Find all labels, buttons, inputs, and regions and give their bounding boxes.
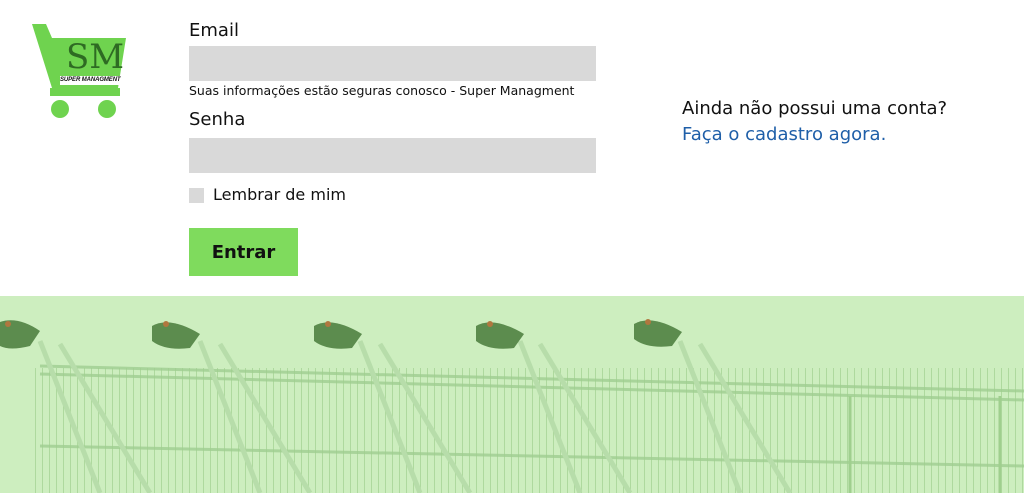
signup-prompt: Ainda não possui uma conta? Faça o cadas… [682,96,947,148]
signup-link[interactable]: Faça o cadastro agora. [682,122,947,148]
remember-me-row[interactable]: Lembrar de mim [189,185,346,205]
email-field[interactable] [189,46,596,81]
logo-brand-text: SUPER MANAGMENT [60,77,121,83]
signup-question: Ainda não possui uma conta? [682,98,948,119]
shopping-cart-icon: SM [32,24,126,118]
remember-me-checkbox[interactable] [189,187,204,203]
password-label: Senha [189,109,246,130]
email-security-hint: Suas informações estão seguras conosco -… [189,83,575,98]
remember-me-label: Lembrar de mim [213,185,346,204]
login-button[interactable]: Entrar [189,228,298,276]
password-field[interactable] [189,138,596,173]
email-label: Email [189,20,239,41]
shopping-carts-banner [0,296,1024,493]
brand-logo: SM SUPER MANAGMENT [30,22,130,122]
shopping-carts-illustration [0,319,1024,493]
logo-monogram: SM [66,37,124,77]
